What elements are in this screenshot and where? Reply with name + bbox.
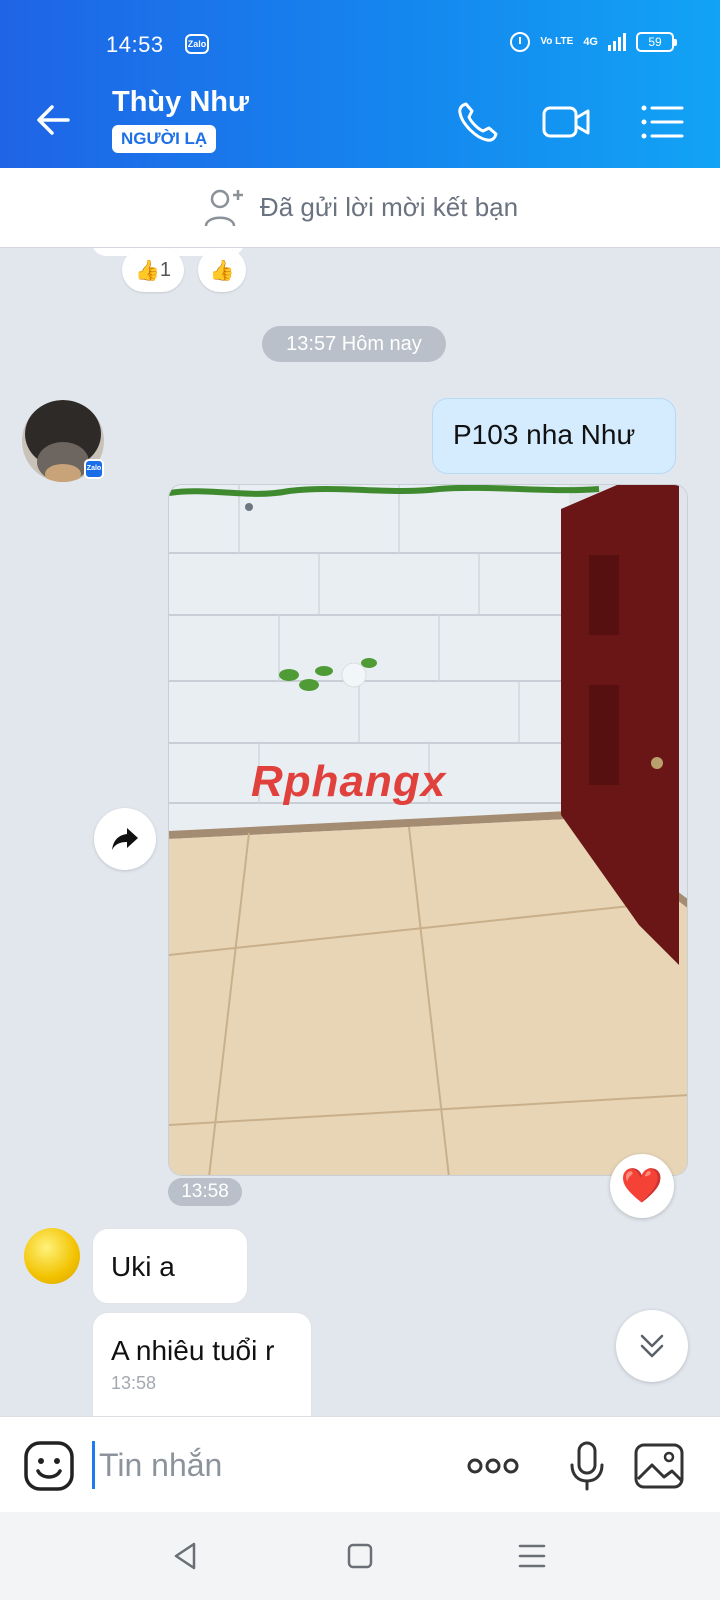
voice-button[interactable]	[560, 1439, 614, 1493]
status-icons: Vo LTE 4G 59	[510, 32, 677, 52]
zalo-notification-icon: Zalo	[185, 34, 209, 54]
more-dots-icon	[467, 1458, 519, 1474]
scroll-to-bottom-button[interactable]	[616, 1310, 688, 1382]
incoming-message[interactable]: Uki a	[92, 1228, 248, 1304]
message-text: A nhiêu tuổi r	[111, 1335, 275, 1366]
battery-icon: 59	[636, 32, 677, 52]
emoji-icon	[24, 1441, 74, 1491]
heart-reaction-button[interactable]: ❤️	[610, 1154, 674, 1218]
network-type: 4G	[583, 36, 598, 48]
reaction-count: 1	[159, 258, 172, 281]
chat-area[interactable]: 👍 1 👍 13:57 Hôm nay Zalo P103 nha Như Rp…	[0, 248, 720, 1416]
nav-recents-button[interactable]	[510, 1534, 554, 1578]
friend-request-text: Đã gửi lời mời kết bạn	[259, 192, 519, 222]
gallery-button[interactable]	[632, 1439, 686, 1493]
double-chevron-down-icon	[640, 1334, 664, 1358]
volte-indicator: Vo LTE	[540, 36, 574, 47]
thumbs-up-icon: 👍	[209, 259, 235, 282]
video-call-button[interactable]	[540, 96, 592, 148]
header: 14:53 Zalo Vo LTE 4G 59 Thùy Như NGƯỜI L…	[0, 0, 720, 168]
phone-icon	[458, 102, 498, 142]
video-camera-icon	[542, 106, 590, 138]
zalo-badge-icon: Zalo	[84, 459, 104, 479]
menu-list-icon	[641, 105, 684, 139]
alarm-icon	[510, 32, 531, 52]
day-separator: 13:57 Hôm nay	[262, 326, 446, 362]
forward-button[interactable]	[94, 808, 156, 870]
friend-request-bar: Đã gửi lời mời kết bạn	[0, 168, 720, 248]
add-reaction-button[interactable]: 👍	[198, 248, 246, 292]
photo-message[interactable]: Rphangx	[168, 484, 688, 1176]
photo-watermark: Rphangx	[251, 757, 447, 806]
contact-avatar-small[interactable]	[24, 1228, 80, 1284]
more-options-button[interactable]	[466, 1439, 520, 1493]
incoming-message[interactable]: A nhiêu tuổi r 13:58	[92, 1312, 312, 1416]
message-text: P103 nha Như	[453, 419, 636, 450]
nav-back-button[interactable]	[164, 1534, 208, 1578]
add-person-icon	[204, 189, 243, 226]
call-button[interactable]	[452, 96, 504, 148]
heart-icon: ❤️	[620, 1167, 664, 1205]
like-reaction[interactable]: 👍 1	[122, 248, 184, 292]
status-bar: 14:53 Zalo Vo LTE 4G 59	[0, 0, 720, 74]
message-input[interactable]	[92, 1441, 432, 1489]
message-time: 13:58	[168, 1178, 242, 1206]
microphone-icon	[570, 1441, 604, 1491]
message-time: 13:58	[111, 1373, 157, 1393]
app-bar: Thùy Như NGƯỜI LẠ	[0, 74, 720, 168]
stranger-badge: NGƯỜI LẠ	[112, 125, 217, 153]
back-button[interactable]	[30, 96, 78, 144]
back-arrow-icon	[37, 105, 70, 135]
sticker-button[interactable]	[22, 1439, 76, 1493]
menu-button[interactable]	[636, 96, 688, 148]
message-input-bar	[0, 1416, 720, 1512]
triangle-back-icon	[174, 1542, 196, 1570]
signal-icon	[608, 33, 626, 51]
square-home-icon	[347, 1543, 373, 1569]
system-navigation-bar	[0, 1512, 720, 1600]
contact-name[interactable]: Thùy Như	[112, 86, 249, 119]
room-photo	[169, 485, 687, 1175]
nav-home-button[interactable]	[338, 1534, 382, 1578]
image-icon	[634, 1443, 684, 1489]
share-arrow-icon	[112, 828, 138, 850]
outgoing-message[interactable]: P103 nha Như	[432, 398, 676, 474]
status-time: 14:53	[106, 32, 164, 57]
thumbs-up-icon: 👍	[134, 259, 160, 282]
message-text: Uki a	[111, 1251, 175, 1282]
recents-menu-icon	[518, 1544, 546, 1568]
